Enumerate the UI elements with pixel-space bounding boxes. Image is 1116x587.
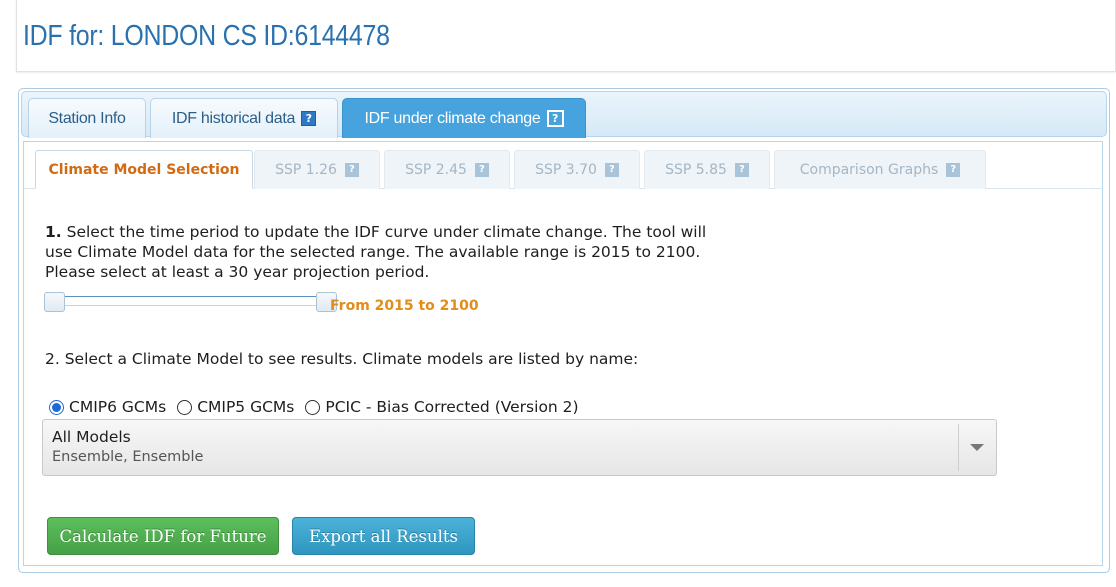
title-bar: IDF for: LONDON CS ID:6144478 <box>16 0 1116 72</box>
tab-idf-historical-data[interactable]: IDF historical data ? <box>150 98 338 138</box>
tab-ssp-245[interactable]: SSP 2.45 ? <box>384 150 510 189</box>
tab-label: SSP 2.45 <box>405 162 467 178</box>
outer-tab-bar: Station Info IDF historical data ? IDF u… <box>21 91 1107 138</box>
help-icon[interactable]: ? <box>301 111 317 126</box>
main-panel: Station Info IDF historical data ? IDF u… <box>18 88 1110 573</box>
select-divider <box>958 424 959 471</box>
page-title: IDF for: LONDON CS ID:6144478 <box>23 20 390 52</box>
step1-number: 1. <box>45 223 62 241</box>
radio-label-cmip6[interactable]: CMIP6 GCMs <box>69 398 166 416</box>
tab-ssp-585[interactable]: SSP 5.85 ? <box>644 150 770 189</box>
tab-label: SSP 5.85 <box>665 162 727 178</box>
help-icon[interactable]: ? <box>546 110 564 127</box>
help-icon[interactable]: ? <box>734 163 749 177</box>
step2-instructions: 2. Select a Climate Model to see results… <box>45 350 639 368</box>
tab-climate-model-selection[interactable]: Climate Model Selection <box>35 150 253 189</box>
tab-ssp-370[interactable]: SSP 3.70 ? <box>514 150 640 189</box>
tab-station-info[interactable]: Station Info <box>28 98 146 138</box>
select-selected-subtext: Ensemble, Ensemble <box>52 449 204 465</box>
export-all-results-button[interactable]: Export all Results <box>292 517 475 555</box>
tab-label: Climate Model Selection <box>48 161 240 178</box>
tab-label: SSP 1.26 <box>275 162 337 178</box>
year-range-label: From 2015 to 2100 <box>330 298 479 314</box>
tab-label: IDF under climate change <box>364 109 541 127</box>
radio-label-pcic[interactable]: PCIC - Bias Corrected (Version 2) <box>325 398 578 416</box>
tab-comparison-graphs[interactable]: Comparison Graphs ? <box>774 150 986 189</box>
help-icon[interactable]: ? <box>946 163 961 177</box>
radio-label-cmip5[interactable]: CMIP5 GCMs <box>197 398 294 416</box>
slider-selected-range <box>51 296 331 297</box>
climate-model-select[interactable]: All Models Ensemble, Ensemble <box>42 419 997 476</box>
model-source-radio-group: CMIP6 GCMs CMIP5 GCMs PCIC - Bias Correc… <box>49 398 590 416</box>
calculate-idf-future-button[interactable]: Calculate IDF for Future <box>47 517 279 555</box>
radio-cmip5[interactable] <box>177 399 193 415</box>
tab-label: Station Info <box>48 109 126 127</box>
help-icon[interactable]: ? <box>474 163 489 177</box>
radio-pcic[interactable] <box>305 399 321 415</box>
help-icon[interactable]: ? <box>344 163 359 177</box>
year-range-slider[interactable] <box>49 296 333 306</box>
slider-start-handle[interactable] <box>44 292 65 312</box>
tab-ssp-126[interactable]: SSP 1.26 ? <box>254 150 380 189</box>
step1-instructions: 1. Select the time period to update the … <box>45 222 715 282</box>
tab-label: SSP 3.70 <box>535 162 597 178</box>
radio-cmip6[interactable] <box>49 399 64 415</box>
tab-label: Comparison Graphs <box>799 162 939 178</box>
tab-idf-under-climate-change[interactable]: IDF under climate change ? <box>342 98 586 138</box>
chevron-down-icon[interactable] <box>970 444 984 451</box>
tab-label: IDF historical data <box>171 109 296 127</box>
help-icon[interactable]: ? <box>604 163 619 177</box>
step1-text: Select the time period to update the IDF… <box>45 223 707 281</box>
climate-change-panel: Climate Model Selection SSP 1.26 ? SSP 2… <box>23 141 1103 566</box>
select-selected-value: All Models <box>52 428 131 446</box>
